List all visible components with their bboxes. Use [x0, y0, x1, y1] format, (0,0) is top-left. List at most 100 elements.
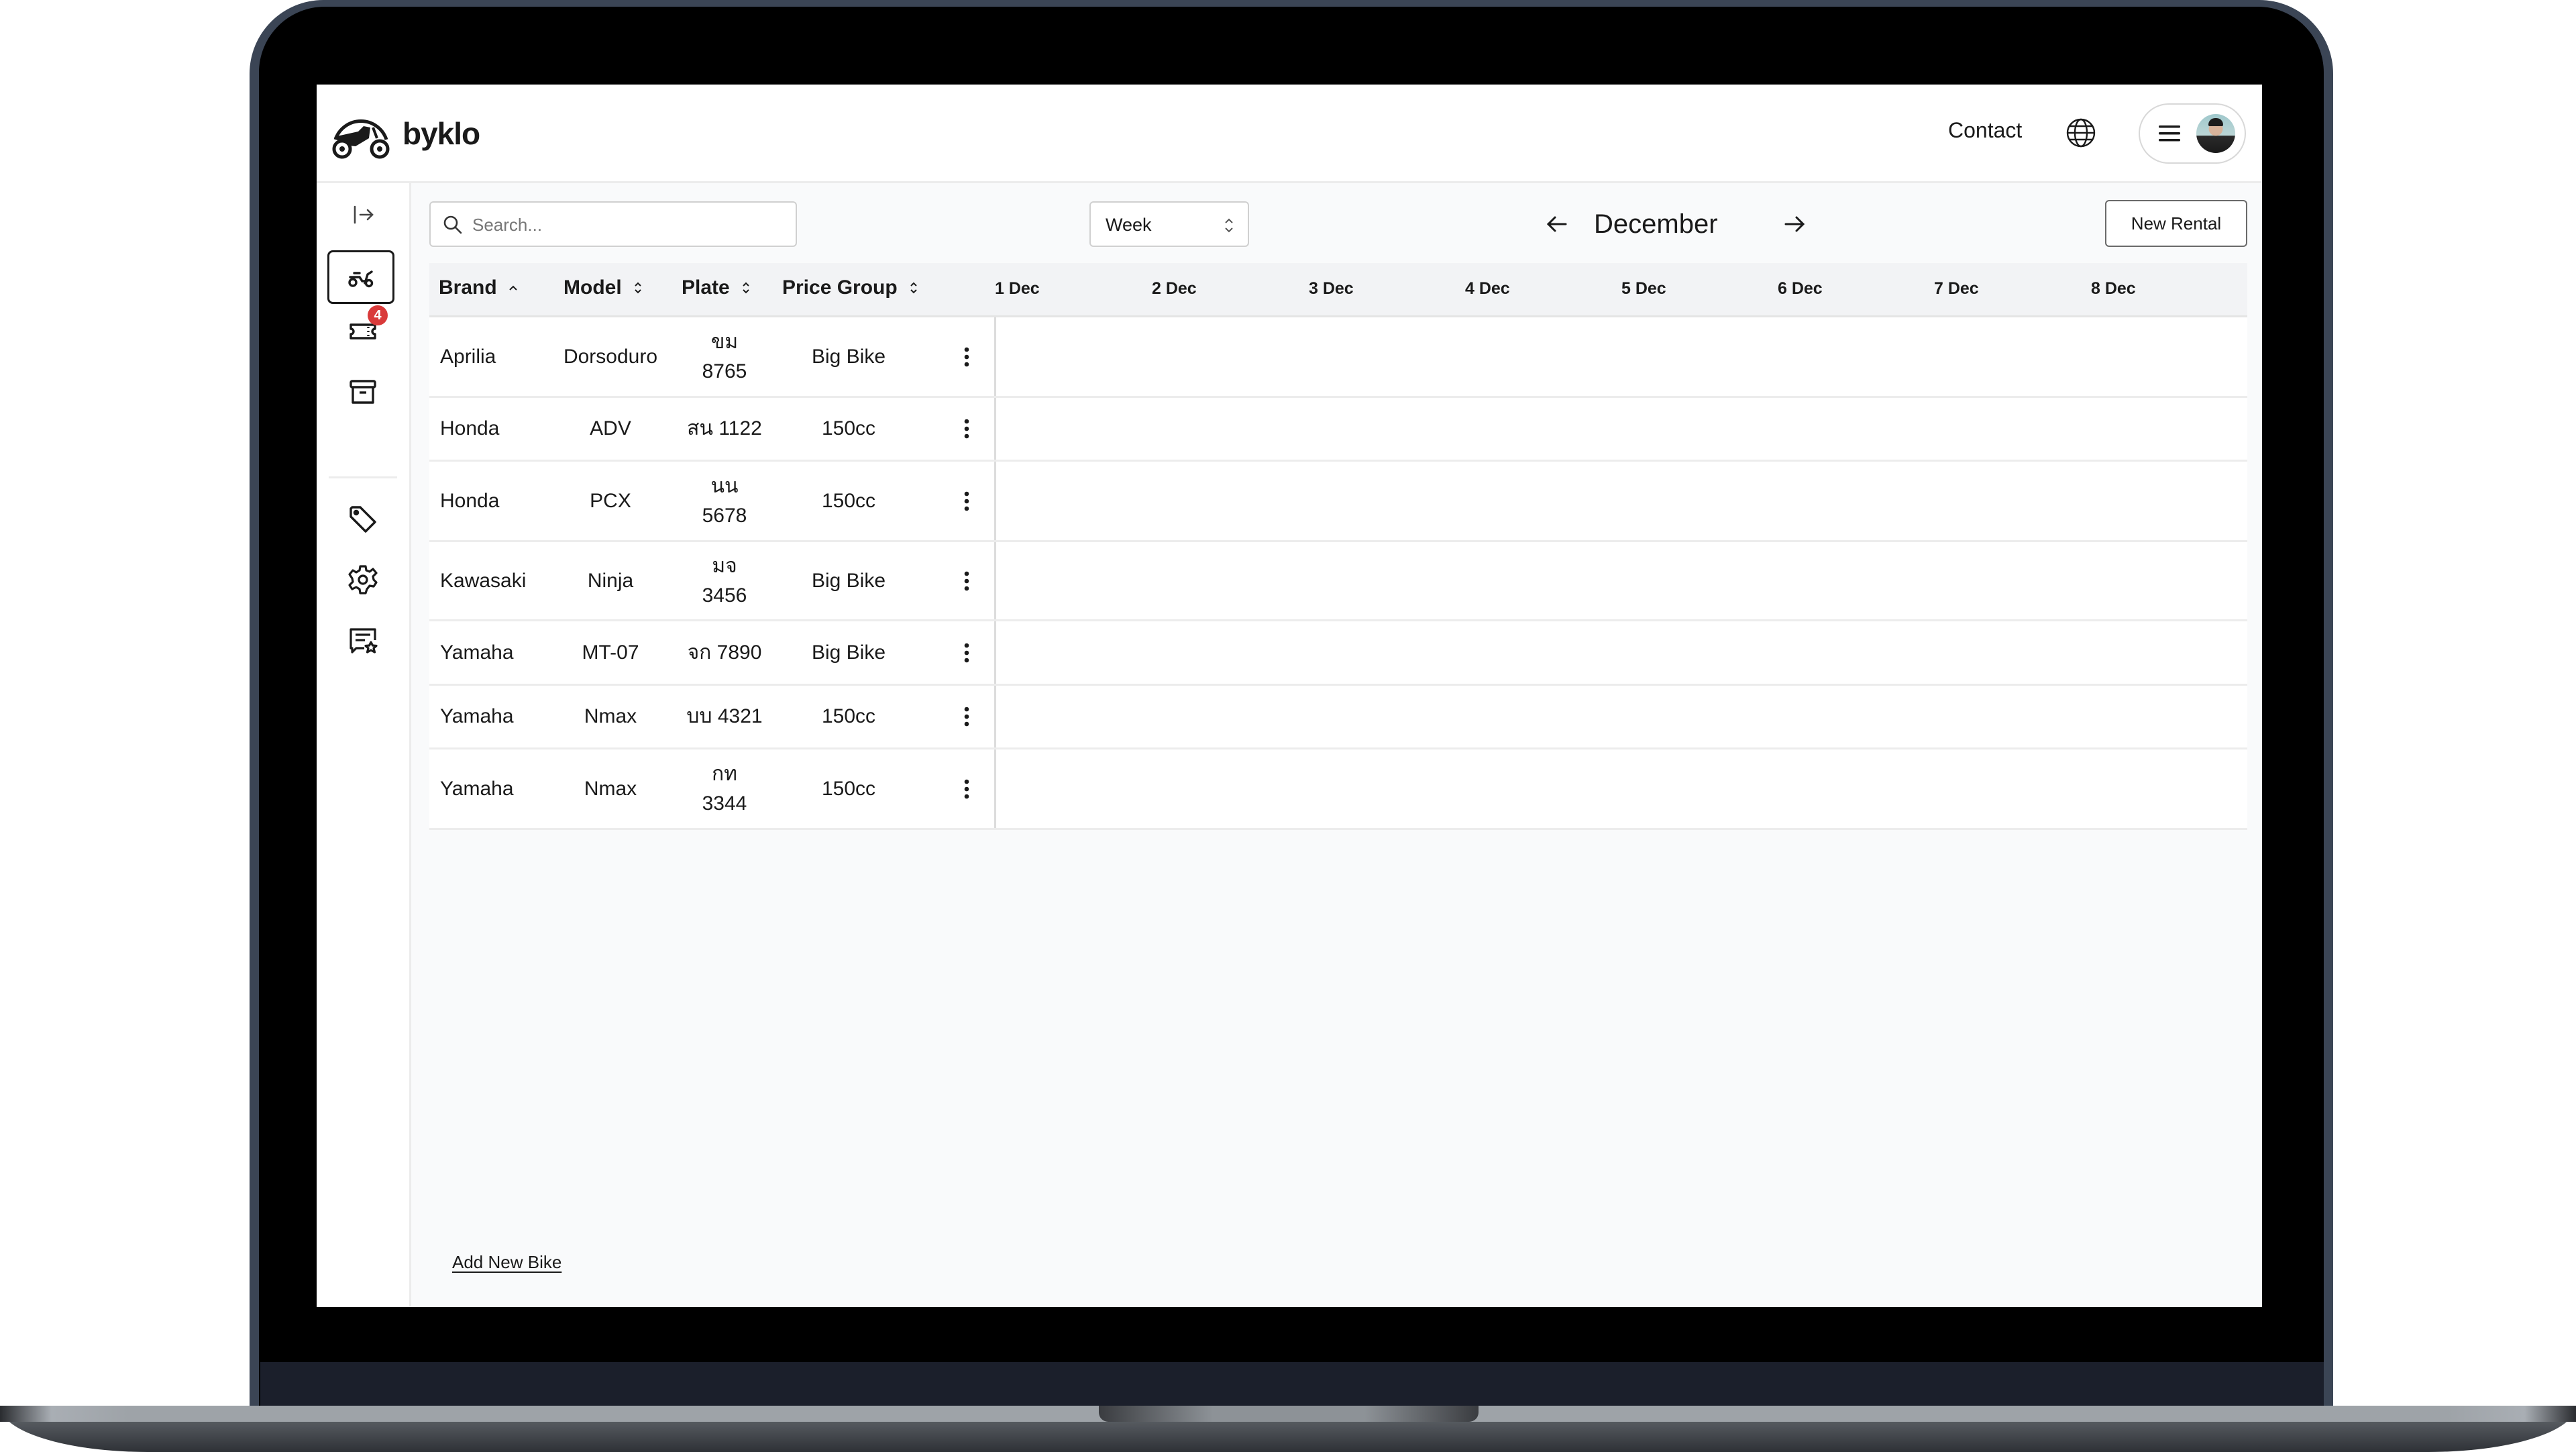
laptop-notch	[1099, 1406, 1479, 1422]
user-avatar	[2196, 114, 2235, 153]
row-schedule-area[interactable]	[994, 686, 2247, 747]
plate-cell: บบ 4321	[671, 686, 778, 747]
row-schedule-area[interactable]	[994, 317, 2247, 396]
row-schedule-area[interactable]	[994, 398, 2247, 460]
sidebar-item-pricing[interactable]	[339, 496, 386, 543]
plate-prefix: บบ	[686, 705, 712, 727]
chevron-up-down-icon	[1225, 218, 1233, 233]
more-vertical-icon	[964, 707, 969, 727]
brand-cell: Kawasaki	[440, 569, 527, 592]
row-actions-button[interactable]	[957, 749, 977, 828]
arrow-left-icon[interactable]	[1544, 212, 1568, 236]
sidebar-expand-button[interactable]	[339, 191, 386, 238]
app-screen: byklo Contact 4 Search... Week December …	[317, 85, 2262, 1307]
more-vertical-icon	[964, 571, 969, 590]
plate-number: 7890	[716, 641, 762, 664]
plate-number: 3344	[702, 792, 747, 815]
row-actions-button[interactable]	[957, 686, 977, 747]
column-header-price-group[interactable]: Price Group	[782, 276, 919, 299]
day-header: 5 Dec	[1621, 279, 1666, 298]
sort-icon	[743, 282, 749, 294]
model-cell: ADV	[590, 417, 631, 439]
table-row[interactable]: Honda ADV สน 1122 150cc	[429, 398, 2247, 462]
table-row[interactable]: Yamaha Nmax บบ 4321 150cc	[429, 686, 2247, 749]
price-tag-icon	[350, 506, 376, 533]
brand-cell: Honda	[440, 489, 500, 512]
globe-icon[interactable]	[2065, 117, 2097, 149]
search-input[interactable]	[471, 209, 782, 240]
add-new-bike-link[interactable]: Add New Bike	[452, 1252, 561, 1273]
bike-schedule-table: Brand Model Plate Price Group 1 Dec 2 De…	[429, 263, 2247, 830]
model-cell: Ninja	[587, 569, 634, 592]
contact-link[interactable]: Contact	[1948, 118, 2022, 143]
column-header-plate[interactable]: Plate	[682, 276, 751, 299]
current-month-label: December	[1594, 209, 1718, 239]
column-label: Model	[564, 276, 622, 299]
model-cell: MT-07	[582, 641, 639, 664]
row-actions-button[interactable]	[957, 398, 977, 460]
day-header: 4 Dec	[1465, 279, 1510, 298]
table-row[interactable]: Honda PCX นน 5678 150cc	[429, 462, 2247, 542]
brand-name[interactable]: byklo	[402, 115, 480, 152]
price-group-cell: 150cc	[821, 777, 876, 800]
row-actions-button[interactable]	[957, 621, 977, 684]
expand-sidebar-icon	[354, 205, 374, 224]
column-header-brand[interactable]: Brand	[439, 276, 519, 299]
search-field[interactable]	[429, 201, 797, 247]
more-vertical-icon	[964, 491, 969, 511]
sidebar-item-reviews[interactable]	[339, 617, 386, 664]
price-group-cell: 150cc	[821, 489, 876, 512]
plate-number: 3456	[702, 584, 747, 607]
sidebar-item-rentals[interactable]: 4	[339, 305, 388, 355]
plate-number: 8765	[702, 360, 747, 382]
table-row[interactable]: Yamaha MT-07 จก 7890 Big Bike	[429, 621, 2247, 686]
price-group-cell: Big Bike	[811, 345, 886, 368]
view-range-value: Week	[1106, 215, 1152, 235]
brand-cell: Honda	[440, 417, 500, 439]
motorcycle-logo-icon[interactable]	[329, 107, 393, 161]
sort-ascending-icon	[508, 285, 517, 291]
day-header: 8 Dec	[2091, 279, 2136, 298]
day-header: 2 Dec	[1152, 279, 1197, 298]
row-actions-button[interactable]	[957, 462, 977, 540]
more-vertical-icon	[964, 643, 969, 662]
row-schedule-area[interactable]	[994, 462, 2247, 540]
arrow-right-icon[interactable]	[1783, 212, 1807, 236]
plate-prefix: ขม	[710, 330, 739, 353]
sidebar-item-bikes[interactable]	[327, 250, 394, 304]
column-header-model[interactable]: Model	[564, 276, 643, 299]
row-schedule-area[interactable]	[994, 621, 2247, 684]
price-group-cell: 150cc	[821, 705, 876, 727]
more-vertical-icon	[964, 347, 969, 366]
view-range-select[interactable]: Week	[1089, 201, 1249, 247]
brand-cell: Yamaha	[440, 641, 514, 664]
price-group-cell: 150cc	[821, 417, 876, 439]
row-actions-button[interactable]	[957, 317, 977, 396]
user-menu-button[interactable]	[2139, 103, 2246, 164]
row-schedule-area[interactable]	[994, 542, 2247, 619]
new-rental-button[interactable]: New Rental	[2105, 200, 2247, 247]
model-cell: PCX	[590, 489, 631, 512]
plate-cell: นน 5678	[671, 462, 778, 540]
model-cell: Dorsoduro	[563, 345, 658, 368]
table-row[interactable]: Yamaha Nmax กท 3344 150cc	[429, 749, 2247, 830]
sidebar-item-settings[interactable]	[339, 556, 386, 603]
model-cell: Nmax	[584, 705, 637, 727]
price-group-cell: Big Bike	[811, 569, 886, 592]
sidebar-divider	[329, 476, 397, 478]
plate-cell: สน 1122	[671, 398, 778, 460]
plate-cell: ขม 8765	[671, 317, 778, 396]
column-label: Plate	[682, 276, 730, 299]
plate-prefix: มจ	[712, 554, 737, 577]
sidebar-item-archive[interactable]	[339, 368, 386, 415]
sort-icon	[634, 282, 641, 294]
row-actions-button[interactable]	[957, 542, 977, 619]
table-row[interactable]: Aprilia Dorsoduro ขม 8765 Big Bike	[429, 317, 2247, 398]
laptop-chin	[260, 1362, 2324, 1408]
more-vertical-icon	[964, 419, 969, 439]
plate-cell: มจ 3456	[671, 542, 778, 619]
row-schedule-area[interactable]	[994, 749, 2247, 828]
top-header: byklo Contact	[317, 85, 2262, 183]
table-row[interactable]: Kawasaki Ninja มจ 3456 Big Bike	[429, 542, 2247, 621]
search-icon	[443, 215, 462, 234]
